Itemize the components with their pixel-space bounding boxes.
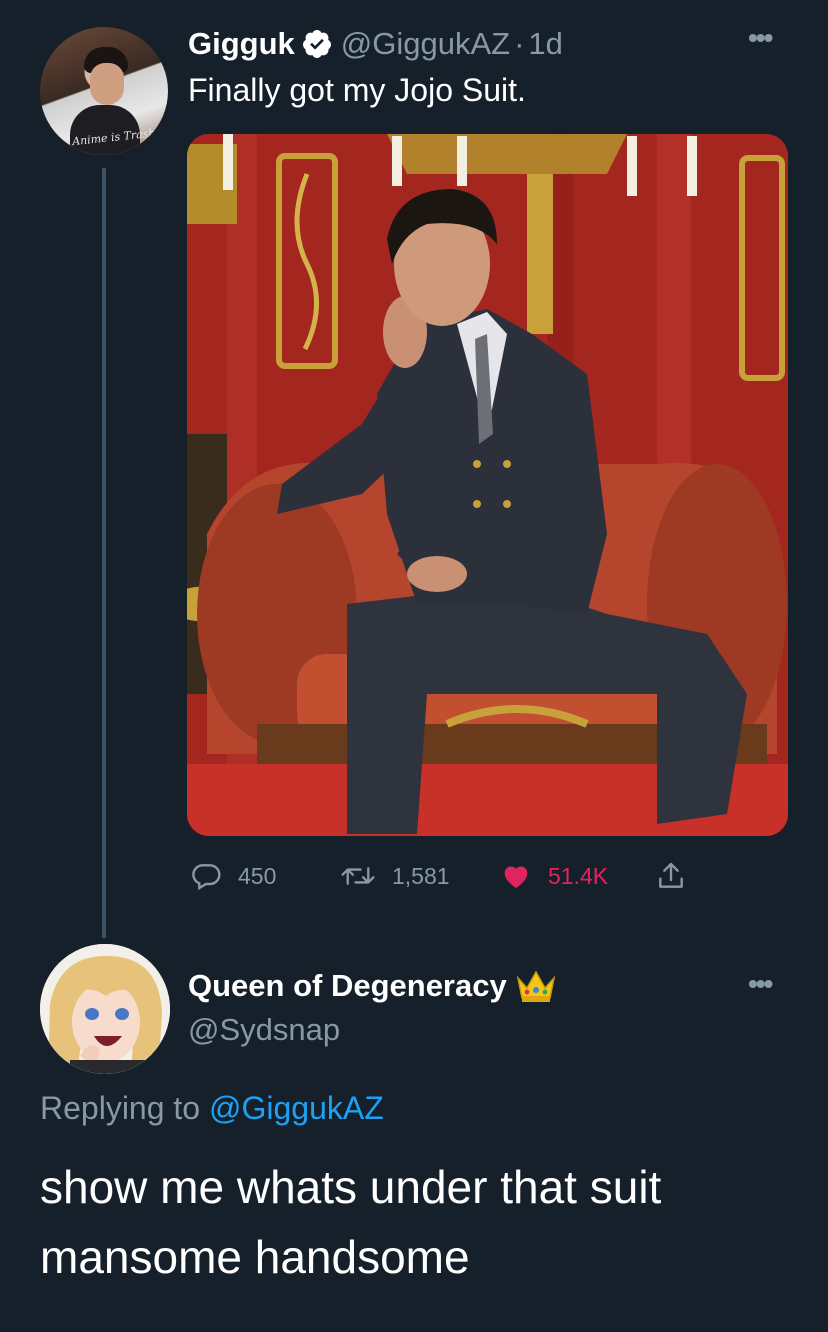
author-handle[interactable]: @GiggukAZ <box>341 26 510 62</box>
retweet-icon <box>341 867 375 885</box>
more-options-icon[interactable]: ••• <box>748 22 773 54</box>
replying-to-prefix: Replying to <box>40 1090 201 1126</box>
retweet-action[interactable]: 1,581 <box>340 856 450 896</box>
reply-author-avatar[interactable] <box>40 944 170 1074</box>
reply-header: Queen of Degeneracy <box>188 964 557 1008</box>
replying-to-mention[interactable]: @GiggukAZ <box>209 1090 384 1126</box>
share-icon <box>659 862 683 888</box>
meta-separator: · <box>514 26 525 61</box>
verified-badge-icon <box>302 30 331 58</box>
heart-icon <box>504 866 528 888</box>
like-action[interactable]: 51.4K <box>500 856 608 896</box>
reply-text: show me whats under that suit mansome ha… <box>40 1161 662 1283</box>
author-name[interactable]: Gigguk <box>188 26 295 62</box>
reply-author-name[interactable]: Queen of Degeneracy <box>188 968 507 1004</box>
tweet-header: Gigguk @GiggukAZ · 1d <box>188 22 563 66</box>
retweet-count: 1,581 <box>392 862 450 889</box>
comment-icon <box>192 864 221 891</box>
reply-more-options-icon[interactable]: ••• <box>748 968 773 1000</box>
like-count: 51.4K <box>548 862 609 889</box>
reply-author-handle[interactable]: @Sydsnap <box>188 1012 340 1048</box>
tweet-timestamp[interactable]: 1d <box>528 26 562 62</box>
anime-girl-avatar-icon <box>40 944 170 1074</box>
crown-icon <box>516 970 555 1002</box>
thread-connector-line <box>102 168 106 938</box>
reply-action[interactable]: 450 <box>190 856 276 896</box>
avatar-face <box>90 63 124 105</box>
author-avatar[interactable]: Anime is Trash <box>40 27 168 155</box>
photo-illustration <box>187 134 788 836</box>
share-action[interactable] <box>655 856 703 896</box>
tweet-photo[interactable] <box>187 134 788 836</box>
tweet-text: Finally got my Jojo Suit. <box>188 72 526 108</box>
reply-count: 450 <box>238 862 277 889</box>
replying-to-line: Replying to @GiggukAZ <box>40 1090 384 1127</box>
